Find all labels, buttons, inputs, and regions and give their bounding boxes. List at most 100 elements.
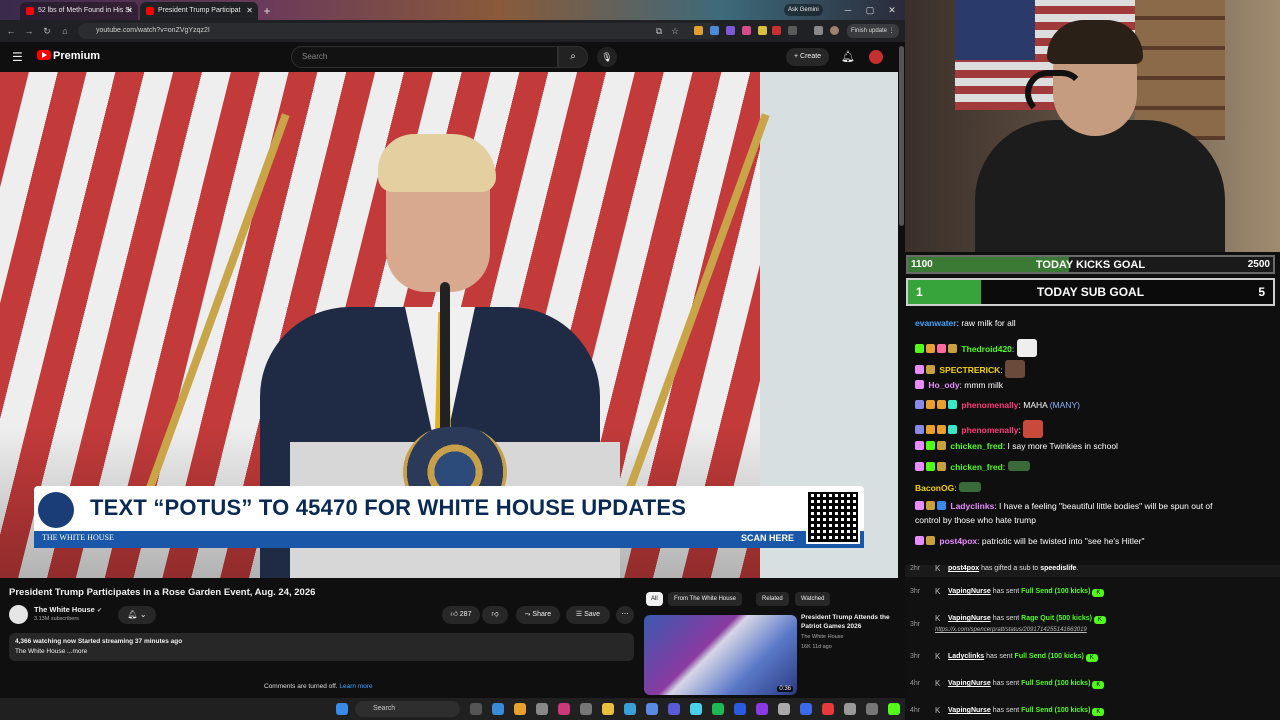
event-user: Ladyclinks [948,653,985,660]
app-icon[interactable] [778,703,790,715]
emote-image [958,482,981,492]
app-icon[interactable] [866,703,878,715]
forward-icon[interactable]: → [22,23,36,39]
app-icon[interactable] [624,703,636,715]
kick-logo-icon: K [935,679,941,688]
chat-text: : mmm milk [959,380,1003,390]
event-row: 2hr K post4pox has gifted a sub to speed… [905,565,1280,577]
badge-icon [915,462,924,471]
description-box[interactable]: 4,366 watching now Started streaming 37 … [9,633,634,661]
event-time: 4hr [910,680,921,687]
back-icon[interactable]: ← [4,23,18,39]
minimize-icon[interactable]: ─ [840,2,856,18]
chip-from-channel[interactable]: From The White House [668,592,742,606]
extension-icon[interactable] [758,26,767,35]
app-icon[interactable] [580,703,592,715]
account-avatar[interactable] [869,50,883,64]
search-input[interactable]: Search [291,46,558,68]
start-icon[interactable] [336,703,348,715]
chip-all[interactable]: All [646,592,663,606]
ask-gemini-button[interactable]: Ask Gemini [784,4,823,16]
channel-avatar[interactable] [9,605,28,624]
reload-icon[interactable]: ↻ [40,23,54,39]
app-icon[interactable] [800,703,812,715]
search-icon[interactable]: ⌕ [558,46,588,68]
notifications-bell-icon[interactable]: 🔔︎ [841,50,855,63]
event-link[interactable]: https://x.com/spencerpratt/status/209171… [935,627,1087,633]
chip-watched[interactable]: Watched [795,592,831,606]
extensions-puzzle-icon[interactable] [788,26,797,35]
spotify-icon[interactable] [712,703,724,715]
new-tab-button[interactable]: + [260,4,274,18]
app-icon[interactable] [536,703,548,715]
app-icon[interactable] [734,703,746,715]
task-view-icon[interactable] [470,703,482,715]
chat-username: chicken_fred [950,462,1003,472]
recommendation-channel: The White House [801,634,844,640]
close-tab-icon[interactable]: ✕ [246,2,253,20]
scrollbar-thumb[interactable] [899,46,904,226]
profile-avatar[interactable] [830,26,839,35]
app-icon[interactable] [690,703,702,715]
save-button[interactable]: ☰ Save [566,606,610,624]
event-gift: Full Send (100 kicks) [1021,588,1091,595]
file-explorer-icon[interactable] [602,703,614,715]
video-player[interactable]: TEXT “POTUS” TO 45470 FOR WHITE HOUSE UP… [0,72,898,578]
browser-tab-active[interactable]: President Trump Participat ✕ [140,2,258,20]
chat-username: BaconOG [915,483,955,493]
chat-text: : [1011,344,1015,354]
close-tab-icon[interactable]: ✕ [126,2,133,20]
premiere-icon[interactable] [756,703,768,715]
app-icon[interactable] [646,703,658,715]
bookmark-star-icon[interactable]: ☆ [668,23,682,39]
hamburger-menu-icon[interactable]: ☰ [12,50,23,64]
event-action: has gifted a sub to [979,565,1041,572]
app-icon[interactable] [822,703,834,715]
extension-icon[interactable] [772,26,781,35]
more-actions-icon[interactable]: ⋯ [616,606,634,624]
badge-icon [915,441,924,450]
recommendation-title[interactable]: President Trump Attends the Patriot Game… [801,613,901,631]
microphone-icon[interactable]: 🎙 [597,47,617,67]
browser-tab[interactable]: 52 lbs of Meth Found in His Si ✕ [20,2,138,20]
verified-icon: ✔ [96,608,102,614]
streamer-hair [1047,20,1143,64]
downloads-icon[interactable] [814,26,823,35]
event-action: has sent [990,707,1022,714]
chat-username: phenomenally [961,425,1019,435]
dislike-button[interactable]: 👎︎ [482,606,508,624]
install-icon[interactable]: ⧉ [652,23,666,39]
kick-icon[interactable] [888,703,900,715]
badge-icon [915,380,924,389]
subscription-bell-button[interactable]: 🔔︎ ⌄ [118,606,156,624]
learn-more-link[interactable]: Learn more [339,683,372,690]
chat-text: : I have a feeling "beautiful little bod… [994,501,1213,511]
home-icon[interactable]: ⌂ [58,23,72,39]
extension-icon[interactable] [742,26,751,35]
chat-message: BaconOG: [915,482,981,493]
discord-icon[interactable] [668,703,680,715]
chrome-icon[interactable] [514,703,526,715]
badge-icon [937,400,946,409]
close-window-icon[interactable]: ✕ [884,2,900,18]
share-button[interactable]: ⤳ Share [516,606,560,624]
snipping-icon[interactable] [844,703,856,715]
taskbar-search[interactable]: Search [355,701,460,717]
channel-name[interactable]: The White House ✔ [34,605,102,614]
youtube-logo[interactable]: Premium [37,50,100,62]
extension-icon[interactable] [710,26,719,35]
extension-icon[interactable] [694,26,703,35]
chat-message: chicken_fred: I say more Twinkies in sch… [915,441,1118,451]
like-button[interactable]: 👍︎ 287 [442,606,480,624]
recommendation-thumbnail[interactable]: 0:36 [644,615,797,695]
edge-icon[interactable] [492,703,504,715]
youtube-play-icon [37,50,51,60]
maximize-icon[interactable]: ▢ [862,2,878,18]
address-bar[interactable]: youtube.com/watch?v=onZVgYzqz2I [78,23,718,39]
chip-related[interactable]: Related [756,592,789,606]
create-button[interactable]: + Create [786,48,830,66]
obs-icon[interactable] [558,703,570,715]
finish-update-button[interactable]: Finish update ⋮ [847,24,899,38]
comments-status: Comments are turned off. Learn more [264,683,373,690]
extension-icon[interactable] [726,26,735,35]
